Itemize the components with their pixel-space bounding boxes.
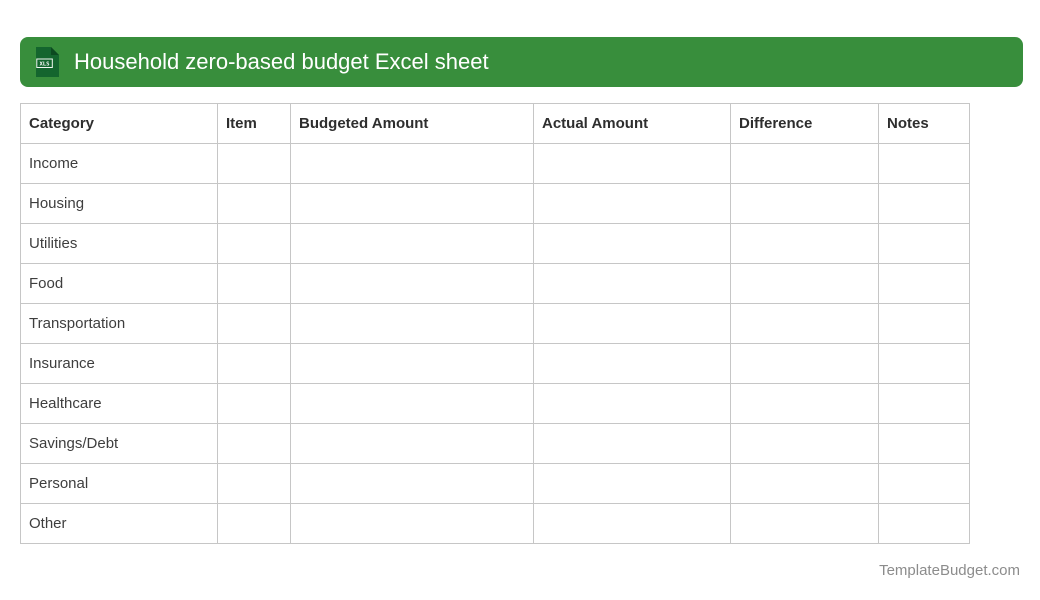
actual-amount-cell (533, 383, 731, 424)
table-row: Healthcare (20, 383, 970, 424)
column-header-item: Item (217, 103, 291, 144)
table-row: Transportation (20, 303, 970, 344)
table-row: Personal (20, 463, 970, 504)
category-cell: Transportation (20, 303, 218, 344)
item-cell (217, 263, 291, 304)
difference-cell (730, 423, 879, 464)
notes-cell (878, 503, 970, 544)
column-header-actual-amount: Actual Amount (533, 103, 731, 144)
difference-cell (730, 223, 879, 264)
difference-cell (730, 263, 879, 304)
actual-amount-cell (533, 463, 731, 504)
actual-amount-cell (533, 343, 731, 384)
item-cell (217, 343, 291, 384)
item-cell (217, 423, 291, 464)
table-row: Housing (20, 183, 970, 224)
item-cell (217, 143, 291, 184)
table-row: Utilities (20, 223, 970, 264)
budgeted-amount-cell (290, 183, 534, 224)
item-cell (217, 383, 291, 424)
xls-icon-label: XLS (39, 62, 50, 68)
difference-cell (730, 183, 879, 224)
column-header-difference: Difference (730, 103, 879, 144)
difference-cell (730, 143, 879, 184)
category-cell: Food (20, 263, 218, 304)
table-row: Savings/Debt (20, 423, 970, 464)
table-row: Income (20, 143, 970, 184)
page-title: Household zero-based budget Excel sheet (74, 49, 489, 74)
category-cell: Utilities (20, 223, 218, 264)
notes-cell (878, 183, 970, 224)
actual-amount-cell (533, 263, 731, 304)
notes-cell (878, 223, 970, 264)
actual-amount-cell (533, 503, 731, 544)
actual-amount-cell (533, 223, 731, 264)
site-credit: TemplateBudget.com (879, 562, 1020, 579)
difference-cell (730, 383, 879, 424)
category-cell: Insurance (20, 343, 218, 384)
column-header-category: Category (20, 103, 218, 144)
table-header-row: Category Item Budgeted Amount Actual Amo… (20, 103, 970, 144)
table-row: Insurance (20, 343, 970, 384)
table-row: Food (20, 263, 970, 304)
notes-cell (878, 463, 970, 504)
budgeted-amount-cell (290, 303, 534, 344)
budgeted-amount-cell (290, 503, 534, 544)
budgeted-amount-cell (290, 263, 534, 304)
category-cell: Other (20, 503, 218, 544)
actual-amount-cell (533, 303, 731, 344)
category-cell: Housing (20, 183, 218, 224)
difference-cell (730, 463, 879, 504)
difference-cell (730, 303, 879, 344)
actual-amount-cell (533, 143, 731, 184)
difference-cell (730, 343, 879, 384)
notes-cell (878, 383, 970, 424)
category-cell: Healthcare (20, 383, 218, 424)
budgeted-amount-cell (290, 343, 534, 384)
difference-cell (730, 503, 879, 544)
budgeted-amount-cell (290, 223, 534, 264)
item-cell (217, 183, 291, 224)
table-row: Other (20, 503, 970, 544)
item-cell (217, 503, 291, 544)
notes-cell (878, 303, 970, 344)
xls-file-icon: XLS (36, 47, 59, 77)
actual-amount-cell (533, 183, 731, 224)
budgeted-amount-cell (290, 423, 534, 464)
column-header-notes: Notes (878, 103, 970, 144)
notes-cell (878, 423, 970, 464)
notes-cell (878, 143, 970, 184)
budgeted-amount-cell (290, 463, 534, 504)
notes-cell (878, 343, 970, 384)
budget-table: Category Item Budgeted Amount Actual Amo… (20, 103, 970, 544)
column-header-budgeted-amount: Budgeted Amount (290, 103, 534, 144)
category-cell: Income (20, 143, 218, 184)
budgeted-amount-cell (290, 143, 534, 184)
category-cell: Savings/Debt (20, 423, 218, 464)
category-cell: Personal (20, 463, 218, 504)
item-cell (217, 223, 291, 264)
actual-amount-cell (533, 423, 731, 464)
budgeted-amount-cell (290, 383, 534, 424)
notes-cell (878, 263, 970, 304)
item-cell (217, 303, 291, 344)
title-banner: XLS Household zero-based budget Excel sh… (20, 37, 1023, 87)
item-cell (217, 463, 291, 504)
